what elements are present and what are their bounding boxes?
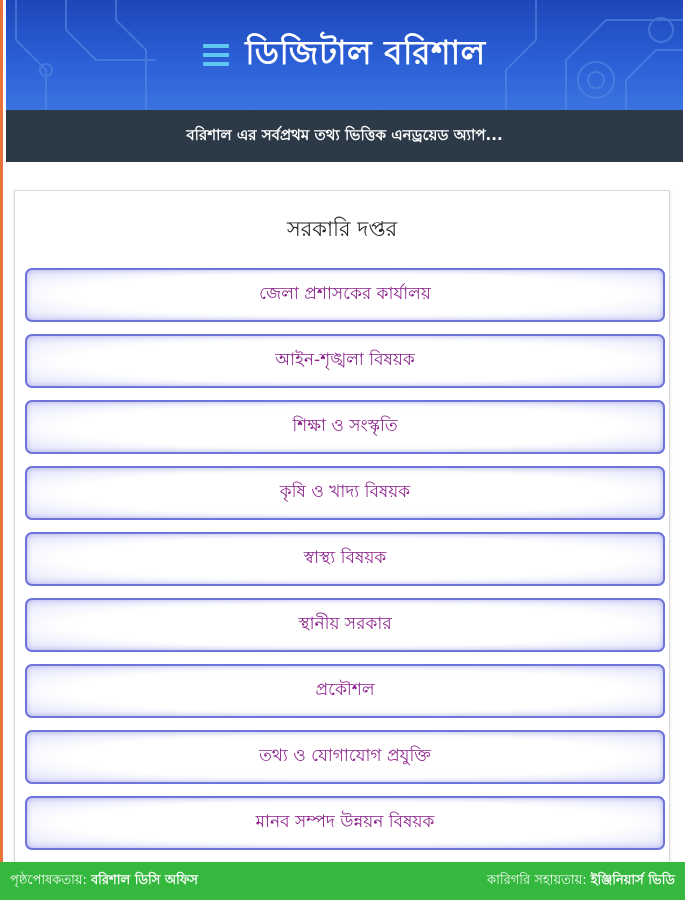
app-title: ডিজিটাল বরিশাল — [245, 33, 486, 72]
sponsor-value: বরিশাল ডিসি অফিস — [90, 872, 198, 888]
tagline-text: বরিশাল এর সর্বপ্রথম তথ্য ভিত্তিক এনড্রয়… — [186, 125, 503, 144]
menu-button-label: জেলা প্রশাসকের কার্যালয় — [259, 284, 431, 304]
menu-button-label: শিক্ষা ও সংস্কৃতি — [292, 416, 398, 436]
menu-button-agriculture-food[interactable]: কৃষি ও খাদ্য বিষয়ক — [25, 466, 665, 520]
page-edge — [0, 0, 3, 900]
menu-button-dc-office[interactable]: জেলা প্রশাসকের কার্যালয় — [25, 268, 665, 322]
menu-button-education-culture[interactable]: শিক্ষা ও সংস্কৃতি — [25, 400, 665, 454]
menu-button-label: আইন-শৃঙ্খলা বিষয়ক — [275, 350, 415, 370]
footer-tech-support: কারিগরি সহায়তায়: ইঞ্জিনিয়ার্স ভিডি — [487, 871, 675, 892]
panel-title: সরকারি দপ্তর — [286, 217, 398, 241]
menu-button-health[interactable]: স্বাস্থ্য বিষয়ক — [25, 532, 665, 586]
menu-button-label: কৃষি ও খাদ্য বিষয়ক — [279, 482, 411, 502]
tagline-bar: বরিশাল এর সর্বপ্রথম তথ্য ভিত্তিক এনড্রয়… — [6, 110, 683, 162]
menu-button-engineering[interactable]: প্রকৌশল — [25, 664, 665, 718]
menu-button-law-order[interactable]: আইন-শৃঙ্খলা বিষয়ক — [25, 334, 665, 388]
footer-sponsor: পৃষ্ঠপোষকতায়: বরিশাল ডিসি অফিস — [10, 871, 198, 892]
government-offices-panel: সরকারি দপ্তর জেলা প্রশাসকের কার্যালয় আই… — [14, 190, 670, 872]
menu-button-local-government[interactable]: স্থানীয় সরকার — [25, 598, 665, 652]
menu-button-label: স্বাস্থ্য বিষয়ক — [303, 548, 387, 568]
tech-label: কারিগরি সহায়তায়: — [487, 872, 587, 888]
office-menu-list: জেলা প্রশাসকের কার্যালয় আইন-শৃঙ্খলা বিষ… — [25, 268, 665, 862]
menu-button-label: মানব সম্পদ উন্নয়ন বিষয়ক — [255, 812, 435, 832]
tech-value: ইঞ্জিনিয়ার্স ভিডি — [590, 872, 675, 888]
menu-button-label: তথ্য ও যোগাযোগ প্রযুক্তি — [259, 746, 431, 766]
hamburger-menu-icon[interactable] — [203, 44, 230, 66]
sponsor-label: পৃষ্ঠপোষকতায়: — [10, 872, 87, 888]
menu-button-human-resource[interactable]: মানব সম্পদ উন্নয়ন বিষয়ক — [25, 796, 665, 850]
footer-bar: পৃষ্ঠপোষকতায়: বরিশাল ডিসি অফিস কারিগরি … — [0, 862, 685, 900]
menu-button-ict[interactable]: তথ্য ও যোগাযোগ প্রযুক্তি — [25, 730, 665, 784]
app-header: ডিজিটাল বরিশাল — [6, 0, 683, 110]
menu-button-label: প্রকৌশল — [315, 680, 375, 700]
menu-button-label: স্থানীয় সরকার — [298, 614, 392, 634]
